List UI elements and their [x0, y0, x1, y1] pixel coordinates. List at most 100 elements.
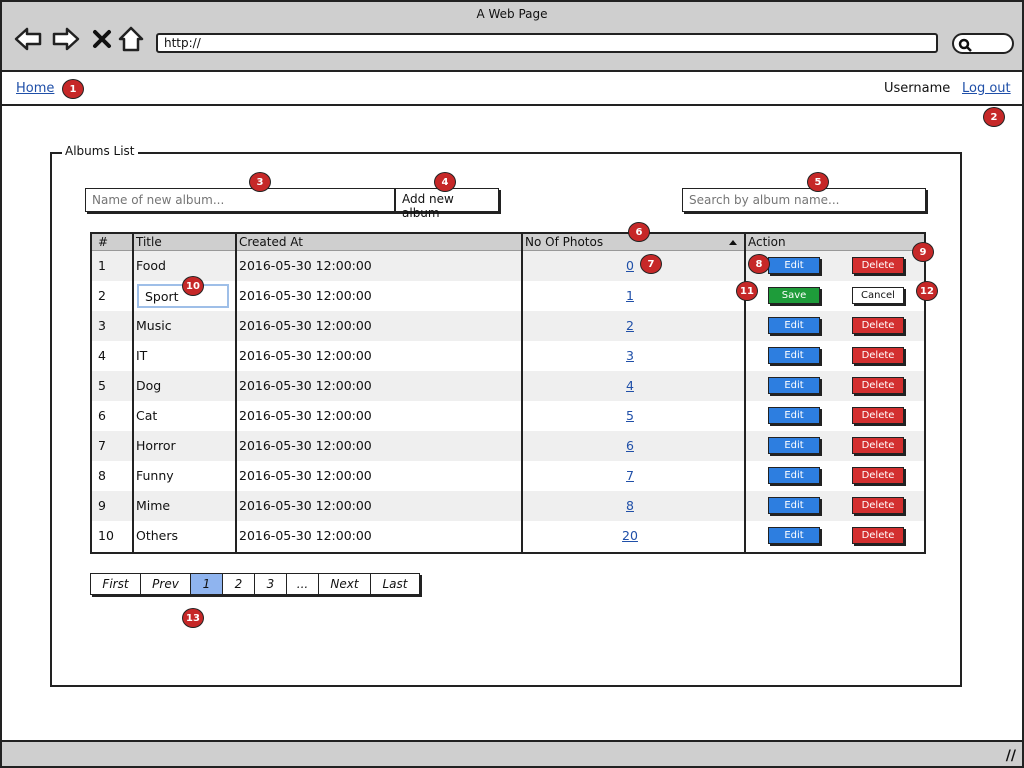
column-divider: [132, 234, 134, 552]
header-title[interactable]: Title: [136, 235, 162, 249]
table-row: 9 Mime 2016-05-30 12:00:00 8 Edit Delete: [92, 491, 924, 521]
delete-button[interactable]: Delete: [852, 407, 904, 424]
row-title: Others: [136, 528, 179, 543]
search-icon: [958, 38, 972, 52]
row-created-at: 2016-05-30 12:00:00: [239, 498, 372, 513]
row-created-at: 2016-05-30 12:00:00: [239, 348, 372, 363]
callout-badge: 11: [736, 281, 758, 301]
home-icon[interactable]: [117, 26, 145, 52]
edit-button[interactable]: Edit: [768, 377, 820, 394]
logout-link[interactable]: Log out: [962, 81, 1011, 96]
callout-badge: 7: [640, 254, 662, 274]
photo-count-link[interactable]: 1: [610, 288, 650, 303]
edit-button[interactable]: Edit: [768, 497, 820, 514]
pager-item[interactable]: 1: [191, 574, 223, 594]
photo-count-link[interactable]: 7: [610, 468, 650, 483]
delete-button[interactable]: Delete: [852, 497, 904, 514]
header-action: Action: [748, 235, 786, 249]
pager-item[interactable]: Next: [319, 574, 371, 594]
callout-badge: 13: [182, 608, 204, 628]
row-number: 9: [98, 498, 106, 513]
status-bar: //: [2, 740, 1022, 766]
cancel-button[interactable]: Cancel: [852, 287, 904, 304]
row-created-at: 2016-05-30 12:00:00: [239, 288, 372, 303]
edit-button[interactable]: Edit: [768, 407, 820, 424]
edit-button[interactable]: Edit: [768, 257, 820, 274]
sort-asc-icon[interactable]: [728, 239, 738, 246]
home-link[interactable]: Home: [16, 81, 54, 96]
edit-button[interactable]: Edit: [768, 467, 820, 484]
photo-count-link[interactable]: 4: [610, 378, 650, 393]
column-divider: [521, 234, 523, 552]
browser-toolbar: A Web Page http://: [2, 2, 1022, 72]
row-number: 10: [98, 528, 114, 543]
row-number: 6: [98, 408, 106, 423]
header-photos[interactable]: No Of Photos: [525, 235, 603, 249]
table-row: 8 Funny 2016-05-30 12:00:00 7 Edit Delete: [92, 461, 924, 491]
callout-badge: 2: [983, 107, 1005, 127]
header-created[interactable]: Created At: [239, 235, 303, 249]
photo-count-link[interactable]: 20: [610, 528, 650, 543]
photo-count-link[interactable]: 6: [610, 438, 650, 453]
search-album-input[interactable]: [682, 188, 926, 212]
row-title: Horror: [136, 438, 176, 453]
new-album-input[interactable]: [85, 188, 395, 212]
edit-button[interactable]: Edit: [768, 527, 820, 544]
pager-item[interactable]: Prev: [141, 574, 191, 594]
row-number: 3: [98, 318, 106, 333]
photo-count-link[interactable]: 2: [610, 318, 650, 333]
row-title: Music: [136, 318, 172, 333]
row-title: IT: [136, 348, 148, 363]
callout-badge: 9: [912, 242, 934, 262]
delete-button[interactable]: Delete: [852, 527, 904, 544]
albums-table: # Title Created At No Of Photos Action 1…: [90, 232, 926, 554]
pager-item[interactable]: First: [91, 574, 141, 594]
row-number: 5: [98, 378, 106, 393]
row-number: 7: [98, 438, 106, 453]
table-row: 3 Music 2016-05-30 12:00:00 2 Edit Delete: [92, 311, 924, 341]
delete-button[interactable]: Delete: [852, 377, 904, 394]
address-bar[interactable]: http://: [156, 33, 938, 53]
delete-button[interactable]: Delete: [852, 347, 904, 364]
forward-arrow-icon[interactable]: [52, 26, 80, 52]
save-button[interactable]: Save: [768, 287, 820, 304]
stop-icon[interactable]: [88, 26, 116, 52]
pager-item[interactable]: 3: [255, 574, 287, 594]
delete-button[interactable]: Delete: [852, 317, 904, 334]
callout-badge: 3: [249, 172, 271, 192]
edit-button[interactable]: Edit: [768, 317, 820, 334]
callout-badge: 10: [182, 276, 204, 296]
callout-badge: 12: [916, 281, 938, 301]
table-row: 1 Food 2016-05-30 12:00:00 0 Edit Delete: [92, 251, 924, 281]
row-created-at: 2016-05-30 12:00:00: [239, 528, 372, 543]
row-title: Dog: [136, 378, 162, 393]
row-created-at: 2016-05-30 12:00:00: [239, 318, 372, 333]
photo-count-link[interactable]: 8: [610, 498, 650, 513]
row-title: Mime: [136, 498, 171, 513]
header-num: #: [98, 235, 109, 249]
pager-item[interactable]: ...: [287, 574, 319, 594]
edit-button[interactable]: Edit: [768, 437, 820, 454]
pager-item[interactable]: Last: [371, 574, 419, 594]
resize-grip-icon[interactable]: //: [1006, 748, 1016, 764]
browser-search-box[interactable]: [952, 33, 1014, 54]
table-row: 6 Cat 2016-05-30 12:00:00 5 Edit Delete: [92, 401, 924, 431]
row-title: Food: [136, 258, 166, 273]
pager-item[interactable]: 2: [223, 574, 255, 594]
delete-button[interactable]: Delete: [852, 467, 904, 484]
row-number: 4: [98, 348, 106, 363]
callout-badge: 5: [807, 172, 829, 192]
photo-count-link[interactable]: 5: [610, 408, 650, 423]
row-created-at: 2016-05-30 12:00:00: [239, 408, 372, 423]
row-created-at: 2016-05-30 12:00:00: [239, 258, 372, 273]
delete-button[interactable]: Delete: [852, 437, 904, 454]
table-row: 10 Others 2016-05-30 12:00:00 20 Edit Delete: [92, 521, 924, 551]
delete-button[interactable]: Delete: [852, 257, 904, 274]
window-title: A Web Page: [476, 7, 548, 21]
edit-button[interactable]: Edit: [768, 347, 820, 364]
row-created-at: 2016-05-30 12:00:00: [239, 378, 372, 393]
row-created-at: 2016-05-30 12:00:00: [239, 438, 372, 453]
back-arrow-icon[interactable]: [14, 26, 42, 52]
photo-count-link[interactable]: 3: [610, 348, 650, 363]
pagination: First Prev 1 2 3... Next Last: [90, 573, 420, 595]
